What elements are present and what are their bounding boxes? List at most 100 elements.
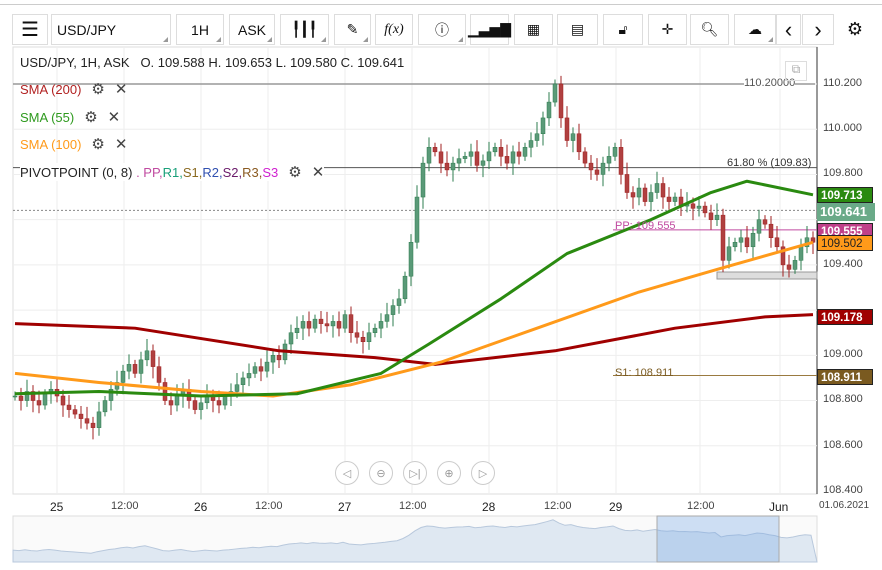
candle-body	[36, 400, 42, 406]
gear-icon[interactable]: ⚙	[84, 109, 97, 126]
candle-body	[690, 203, 696, 209]
candle-body	[630, 192, 636, 198]
candle-body	[408, 242, 414, 277]
gear-icon[interactable]: ⚙	[91, 136, 104, 153]
candle-body	[426, 147, 432, 164]
candle-body	[246, 373, 252, 379]
candle-body	[444, 162, 450, 171]
candle-body	[78, 413, 84, 419]
candle-body	[498, 147, 504, 157]
candle-body	[750, 232, 756, 248]
candle-body	[504, 156, 510, 164]
price-tag-sma55: 109.713	[817, 187, 873, 203]
candle-body	[216, 400, 222, 406]
gear-icon[interactable]: ⚙	[91, 81, 104, 98]
legend-sma-200[interactable]: SMA (200) ⚙ ✕	[20, 80, 127, 98]
candle-body	[618, 147, 624, 175]
x-axis-date: 01.06.2021	[819, 500, 870, 511]
candle-body	[792, 260, 798, 270]
zoom-out-button[interactable]: ⊖	[369, 461, 393, 485]
y-tick: 109.400	[823, 258, 863, 270]
candle-body	[138, 359, 144, 374]
candle-body	[192, 400, 198, 410]
pivot-label: PIVOTPOINT (0, 8)	[20, 165, 133, 180]
y-tick: 109.800	[823, 167, 863, 179]
candle-body	[294, 327, 300, 333]
candle-body	[762, 219, 768, 225]
x-tick: 26	[194, 500, 208, 514]
close-icon[interactable]: ✕	[312, 164, 325, 181]
candle-body	[318, 318, 324, 324]
candle-body	[552, 83, 558, 103]
candle-body	[600, 162, 606, 175]
candle-body	[252, 366, 258, 374]
candle-body	[696, 205, 702, 209]
candle-body	[72, 409, 78, 415]
candle-body	[102, 400, 108, 413]
candle-body	[708, 212, 714, 220]
scroll-end-button[interactable]: ▷|	[403, 461, 427, 485]
candle-body	[330, 321, 336, 327]
gear-icon[interactable]: ⚙	[288, 164, 301, 181]
candle-body	[510, 151, 516, 164]
candle-body	[162, 382, 168, 401]
candle-body	[576, 133, 582, 153]
navigator-window	[656, 515, 780, 563]
candle-body	[756, 219, 762, 234]
close-icon[interactable]: ✕	[115, 136, 128, 153]
y-tick: 110.000	[823, 122, 862, 134]
candle-body	[120, 370, 126, 383]
selection-box	[716, 271, 818, 280]
close-icon[interactable]: ✕	[115, 81, 128, 98]
popout-icon[interactable]: ⧉	[785, 61, 807, 81]
plot-area	[12, 46, 818, 495]
legend-sma-55[interactable]: SMA (55) ⚙ ✕	[20, 108, 120, 126]
scroll-right-button[interactable]: ▷	[471, 461, 495, 485]
candle-body	[558, 83, 564, 119]
close-icon[interactable]: ✕	[108, 109, 121, 126]
scroll-left-button[interactable]: ◁	[335, 461, 359, 485]
x-tick: 12:00	[111, 500, 139, 512]
candle-body	[324, 323, 330, 327]
candle-body	[480, 160, 486, 166]
candle-body	[564, 117, 570, 141]
chart-info: USD/JPY, 1H, ASK	[20, 55, 130, 70]
candle-body	[642, 187, 648, 202]
candle-body	[288, 332, 294, 345]
candle-body	[84, 418, 90, 424]
legend-pivot[interactable]: PIVOTPOINT (0, 8) . PP,R1,S1,R2,S2,R3,S3…	[20, 163, 325, 181]
candle-body	[354, 332, 360, 338]
candle-body	[516, 151, 522, 157]
fib-label: 61.80 % (109.83)	[727, 157, 812, 169]
pivot-r3: R3,	[242, 165, 263, 180]
candle-body	[144, 350, 150, 361]
candle-body	[666, 196, 672, 202]
y-tick: 108.600	[823, 439, 863, 451]
candle-body	[720, 214, 726, 261]
candle-body	[12, 395, 18, 398]
x-tick: 12:00	[399, 500, 427, 512]
legend-sma-100[interactable]: SMA (100) ⚙ ✕	[20, 135, 127, 153]
candle-body	[414, 196, 420, 243]
candle-body	[456, 158, 462, 164]
candle-body	[450, 162, 456, 171]
price-tag-sma100: 109.502	[817, 235, 873, 251]
x-tick: 27	[338, 500, 352, 514]
candle-body	[660, 183, 666, 198]
candle-body	[360, 336, 366, 343]
candle-body	[390, 305, 396, 315]
candle-body	[672, 196, 678, 202]
candle-body	[312, 318, 318, 329]
candle-body	[648, 192, 654, 202]
y-tick: 110.200	[823, 77, 862, 89]
zoom-in-button[interactable]: ⊕	[437, 461, 461, 485]
candle-body	[222, 395, 228, 406]
candle-body	[486, 151, 492, 162]
candle-body	[234, 384, 240, 392]
candle-body	[240, 377, 246, 385]
candle-body	[372, 327, 378, 333]
candle-body	[612, 147, 618, 157]
candle-body	[402, 275, 408, 300]
sma-200-label: SMA (200)	[20, 82, 82, 97]
pp-label: PP: 109.555	[615, 220, 676, 232]
